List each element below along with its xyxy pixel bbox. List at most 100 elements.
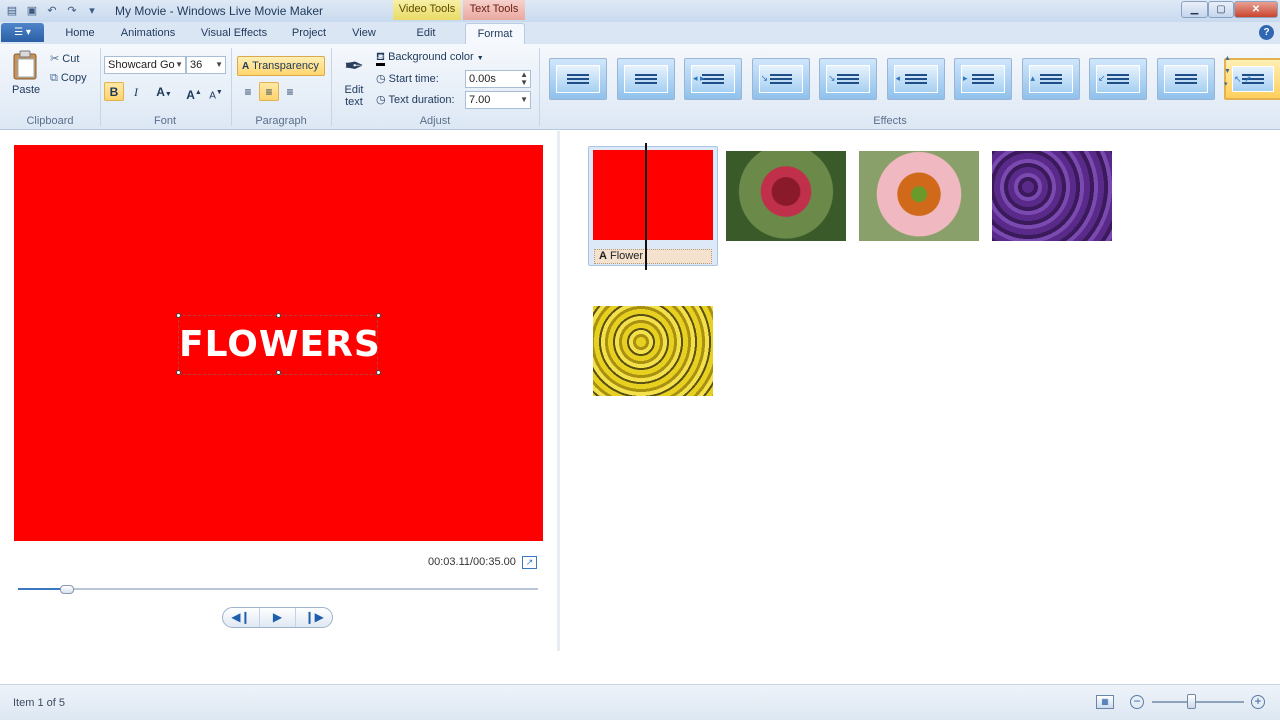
zoom-slider-thumb[interactable] <box>1186 694 1196 709</box>
zoom-slider[interactable] <box>1152 701 1244 703</box>
app-icon: ▤ <box>6 5 18 17</box>
cut-label: Cut <box>62 53 80 65</box>
effect-preview <box>1163 65 1208 93</box>
effect-thumbnail[interactable]: ◂ ▸ <box>684 58 742 100</box>
spinner-icon[interactable]: ▲ ▼ <box>520 71 528 87</box>
resize-handle[interactable] <box>376 313 381 318</box>
effect-thumbnail[interactable]: ▴ <box>1021 58 1080 100</box>
play-icon[interactable]: ▶ <box>260 608 297 627</box>
tab-visual-effects[interactable]: Visual Effects <box>198 26 270 44</box>
clip-yellow-flowers[interactable] <box>593 306 713 396</box>
zoom-in-icon[interactable]: + <box>1251 695 1265 709</box>
align-right-button[interactable]: ≡ <box>280 82 300 101</box>
undo-icon[interactable]: ↶ <box>44 3 60 19</box>
tab-project[interactable]: Project <box>288 26 330 44</box>
font-color-label: A <box>156 85 165 99</box>
chevron-down-icon: ▼ <box>215 60 223 69</box>
playhead[interactable] <box>645 143 647 270</box>
video-preview[interactable]: FLOWERS <box>14 145 543 541</box>
resize-handle[interactable] <box>276 313 281 318</box>
bold-button[interactable]: B <box>104 82 124 101</box>
font-color-button[interactable]: A▼ <box>150 82 178 101</box>
next-frame-icon[interactable]: ❙▶ <box>296 608 332 627</box>
zoom-out-icon[interactable]: − <box>1130 695 1144 709</box>
save-icon[interactable]: ▣ <box>24 3 40 19</box>
pane-splitter[interactable] <box>557 131 560 651</box>
effect-preview <box>1028 65 1073 93</box>
italic-button[interactable]: I <box>126 82 146 101</box>
gallery-scroll-buttons[interactable]: ▲ ▼ ▾ <box>1224 52 1234 91</box>
paste-button[interactable]: Paste <box>12 84 40 96</box>
chevron-down-icon: ▼ <box>164 91 172 98</box>
background-color-label: Background color <box>388 51 474 63</box>
text-lines-icon <box>567 72 589 86</box>
effect-thumbnail[interactable] <box>616 58 675 100</box>
application-menu-button[interactable]: ☰ ▾ <box>1 23 44 42</box>
minimize-button[interactable]: ▁ <box>1181 1 1208 18</box>
resize-handle[interactable] <box>176 313 181 318</box>
clip-red-dahlia[interactable] <box>726 151 846 241</box>
paste-icon[interactable] <box>12 50 40 80</box>
align-center-button[interactable]: ≡ <box>259 82 279 101</box>
align-right-icon: ≡ <box>286 85 294 99</box>
effect-arrow-icon: ◂ <box>895 73 901 83</box>
background-color-button[interactable]: ⛾ Background color ▼ <box>376 51 484 66</box>
thumbnail-size-icon[interactable]: ▦ <box>1096 695 1114 709</box>
font-family-dropdown[interactable]: Showcard Go ▼ <box>104 56 186 74</box>
customize-qat-icon[interactable]: ▾ <box>84 3 100 19</box>
shrink-font-button[interactable]: A▼ <box>206 82 226 101</box>
title-card-clip[interactable] <box>593 150 713 240</box>
tab-home[interactable]: Home <box>60 26 100 44</box>
text-lines-icon <box>972 72 994 86</box>
copy-button[interactable]: ⧉ Copy <box>50 72 87 85</box>
chevron-down-icon: ▼ <box>520 95 528 104</box>
transparency-button[interactable]: A Transparency <box>237 56 325 76</box>
clip-purple-flowers[interactable] <box>992 151 1112 241</box>
close-button[interactable]: ✕ <box>1234 1 1278 18</box>
maximize-button[interactable]: ▢ <box>1208 1 1234 18</box>
resize-handle[interactable] <box>376 370 381 375</box>
font-size-dropdown[interactable]: 36 ▼ <box>186 56 226 74</box>
effect-thumbnail[interactable]: ↙ <box>1089 58 1147 100</box>
resize-handle[interactable] <box>276 370 281 375</box>
effect-thumbnail[interactable] <box>549 58 607 100</box>
previous-frame-icon[interactable]: ◀❙ <box>223 608 260 627</box>
seek-thumb[interactable] <box>60 585 74 594</box>
text-lines-icon <box>1174 72 1197 86</box>
redo-icon[interactable]: ↷ <box>64 3 80 19</box>
resize-handle[interactable] <box>176 370 181 375</box>
text-duration-label: ◷ Text duration: <box>376 93 455 106</box>
effect-thumbnail[interactable]: ↘ <box>751 58 810 100</box>
window-title: My Movie - Windows Live Movie Maker <box>115 4 324 18</box>
start-time-value: 0.00s <box>469 73 496 85</box>
fullscreen-icon[interactable]: ↗ <box>522 556 537 569</box>
start-time-field[interactable]: 0.00s ▲ ▼ <box>465 70 531 88</box>
text-duration-dropdown[interactable]: 7.00 ▼ <box>465 91 531 109</box>
ribbon: Paste ✂ Cut ⧉ Copy Clipboard Showcard Go… <box>0 44 1280 130</box>
effect-thumbnail[interactable]: ↘ <box>819 58 877 100</box>
align-left-button[interactable]: ≡ <box>238 82 258 101</box>
effect-arrow-icon: ↘ <box>760 73 769 83</box>
edit-text-icon[interactable]: ✒ <box>340 52 368 80</box>
text-caption-bar[interactable]: A Flower <box>594 249 712 264</box>
tab-animations[interactable]: Animations <box>116 26 180 44</box>
seek-bar[interactable] <box>18 588 538 590</box>
font-size-value: 36 <box>190 59 203 71</box>
tab-edit[interactable]: Edit <box>406 26 446 44</box>
cut-button[interactable]: ✂ Cut <box>50 52 79 65</box>
tab-format[interactable]: Format <box>465 23 525 45</box>
tab-view[interactable]: View <box>348 26 380 44</box>
text-overlay-box[interactable]: FLOWERS <box>176 313 381 375</box>
effect-thumbnail[interactable]: ◂ <box>886 58 945 100</box>
align-center-icon: ≡ <box>265 85 273 99</box>
effect-thumbnail[interactable]: ▸ <box>954 58 1012 100</box>
help-icon[interactable]: ? <box>1259 25 1274 40</box>
edit-text-button[interactable]: Edit text <box>338 84 370 108</box>
transparency-label: Transparency <box>252 60 319 72</box>
clip-orange-coneflower[interactable] <box>859 151 979 241</box>
effect-thumbnail[interactable] <box>1156 58 1215 100</box>
overlay-text[interactable]: FLOWERS <box>179 326 380 364</box>
grow-font-button[interactable]: A▲ <box>184 82 204 102</box>
group-label-effects: Effects <box>873 115 907 127</box>
group-label-paragraph: Paragraph <box>255 115 307 127</box>
